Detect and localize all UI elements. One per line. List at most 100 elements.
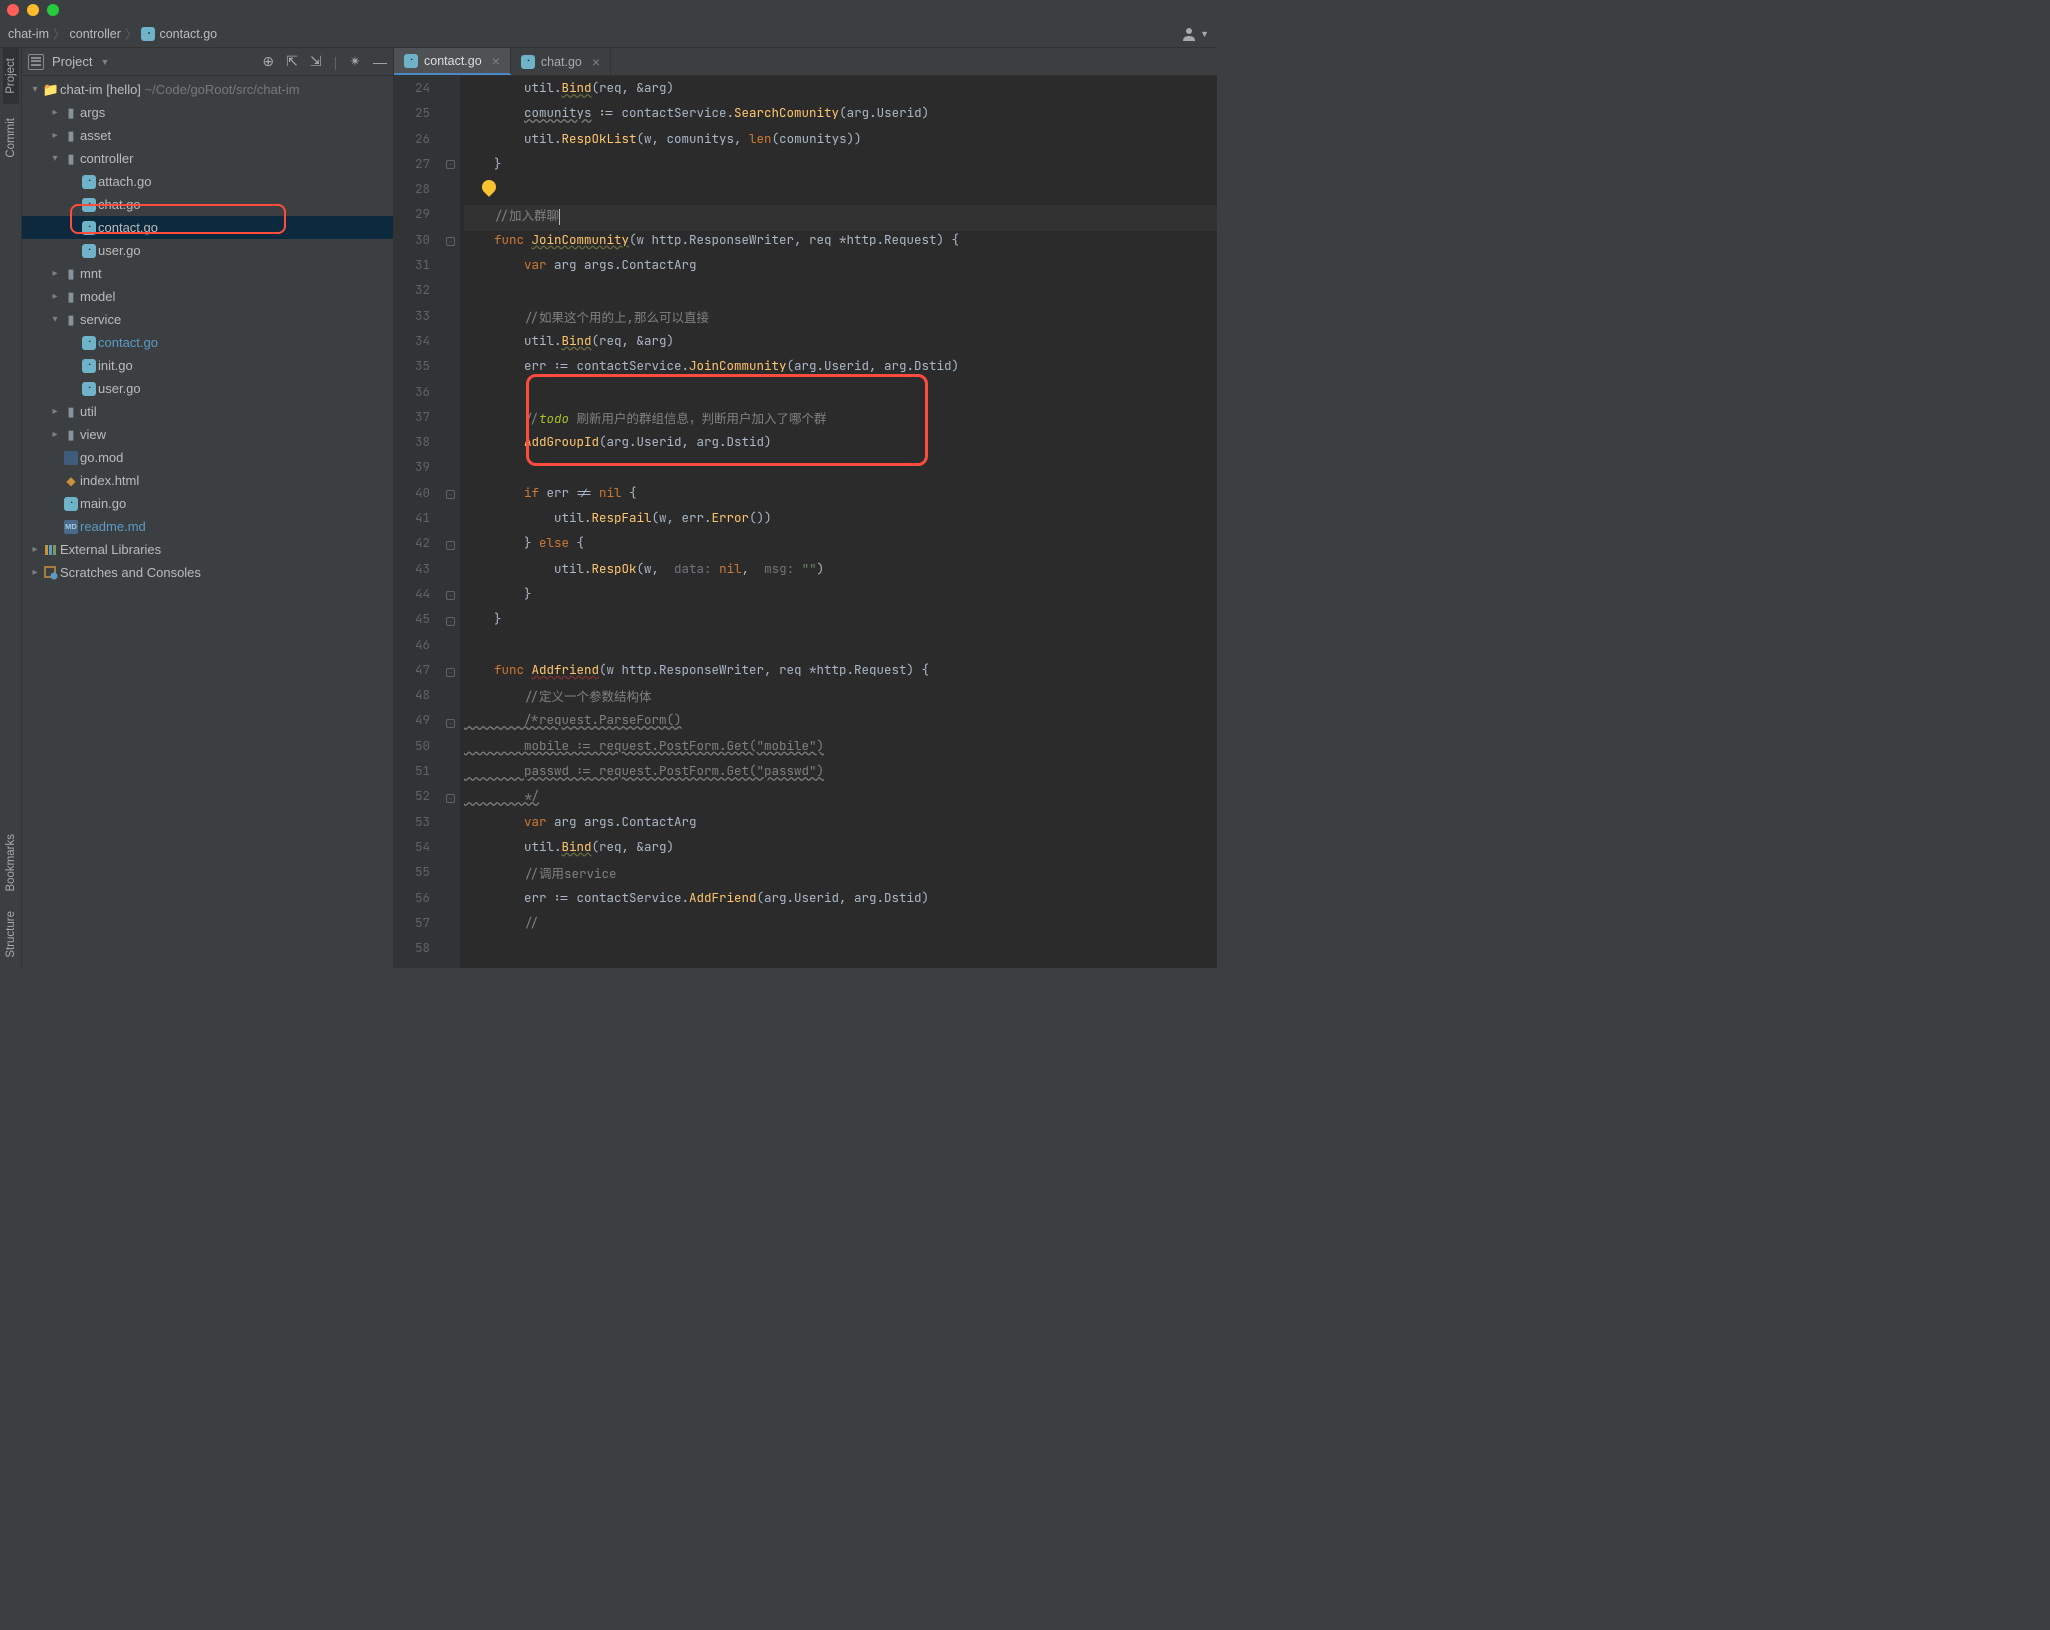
gomod-icon <box>64 451 78 465</box>
tree-file-svc-init[interactable]: ◔init.go <box>22 354 393 377</box>
go-file-icon: ◔ <box>82 175 96 189</box>
tree-folder-controller[interactable]: ▾▮controller <box>22 147 393 170</box>
close-icon[interactable]: × <box>492 53 500 69</box>
chevron-down-icon[interactable]: ▾ <box>28 84 42 95</box>
breadcrumb[interactable]: chat-im 〉 controller 〉 ◔ contact.go <box>8 24 217 43</box>
fold-marker[interactable]: - <box>446 160 455 169</box>
expand-all-icon[interactable]: ⇱ <box>286 53 298 70</box>
scratches-icon <box>42 566 60 580</box>
tree-file-indexhtml[interactable]: ◆index.html <box>22 469 393 492</box>
left-tool-rail: Project Commit Bookmarks Structure <box>0 48 22 968</box>
markdown-file-icon: MD <box>64 520 78 534</box>
tree-scratches[interactable]: ▸Scratches and Consoles <box>22 561 393 584</box>
folder-icon: ▮ <box>62 427 80 443</box>
fold-marker[interactable]: - <box>446 617 455 626</box>
chevron-right-icon: 〉 <box>125 24 138 43</box>
breadcrumb-item[interactable]: chat-im <box>8 27 49 41</box>
chevron-right-icon[interactable]: ▸ <box>48 429 62 440</box>
fold-marker[interactable]: - <box>446 668 455 677</box>
chevron-right-icon[interactable]: ▸ <box>48 291 62 302</box>
chevron-right-icon[interactable]: ▸ <box>48 268 62 279</box>
tree-file-svc-contact[interactable]: ◔contact.go <box>22 331 393 354</box>
fold-marker[interactable]: - <box>446 237 455 246</box>
folder-icon: ▮ <box>62 289 80 305</box>
titlebar <box>0 0 1217 20</box>
project-tree[interactable]: ▾ 📁 chat-im [hello] ~/Code/goRoot/src/ch… <box>22 76 393 968</box>
folder-icon: ▮ <box>62 266 80 282</box>
tree-file-readme[interactable]: MDreadme.md <box>22 515 393 538</box>
user-icon <box>1181 26 1197 42</box>
select-opened-file-icon[interactable]: ⊕ <box>262 53 274 70</box>
tree-folder-args[interactable]: ▸▮args <box>22 101 393 124</box>
tree-file-attach[interactable]: ◔attach.go <box>22 170 393 193</box>
close-window-button[interactable] <box>7 4 19 16</box>
tree-file-maingo[interactable]: ◔main.go <box>22 492 393 515</box>
tree-file-chat[interactable]: ◔chat.go <box>22 193 393 216</box>
tree-file-user[interactable]: ◔user.go <box>22 239 393 262</box>
breadcrumb-item[interactable]: controller <box>70 27 121 41</box>
sidebar-title: Project <box>52 54 92 69</box>
go-file-icon: ◔ <box>82 359 96 373</box>
tree-folder-mnt[interactable]: ▸▮mnt <box>22 262 393 285</box>
fold-marker[interactable]: - <box>446 541 455 550</box>
go-file-icon: ◔ <box>82 198 96 212</box>
go-file-icon: ◔ <box>82 382 96 396</box>
code-content[interactable]: util.Bind(req, &arg) comunitys := contac… <box>460 76 1217 968</box>
sidebar-header: Project ▼ ⊕ ⇱ ⇲ | ✴ — <box>22 48 393 76</box>
chevron-down-icon[interactable]: ▾ <box>48 153 62 164</box>
fold-marker[interactable]: - <box>446 591 455 600</box>
folder-icon: 📁 <box>42 82 60 98</box>
gear-icon[interactable]: ✴ <box>349 53 361 70</box>
tree-folder-asset[interactable]: ▸▮asset <box>22 124 393 147</box>
tree-folder-util[interactable]: ▸▮util <box>22 400 393 423</box>
folder-icon: ▮ <box>62 151 80 167</box>
chevron-down-icon: ▼ <box>1200 29 1209 39</box>
tree-root[interactable]: ▾ 📁 chat-im [hello] ~/Code/goRoot/src/ch… <box>22 78 393 101</box>
tool-tab-commit[interactable]: Commit <box>3 108 19 168</box>
chevron-down-icon[interactable]: ▾ <box>48 314 62 325</box>
line-gutter: 2425262728293031323334353637383940414243… <box>394 76 444 968</box>
tree-folder-view[interactable]: ▸▮view <box>22 423 393 446</box>
close-icon[interactable]: × <box>592 54 600 70</box>
breadcrumb-item[interactable]: contact.go <box>159 27 217 41</box>
tab-label: contact.go <box>424 54 482 68</box>
tab-chat[interactable]: ◔ chat.go × <box>511 48 611 75</box>
tree-file-gomod[interactable]: go.mod <box>22 446 393 469</box>
tree-file-contact[interactable]: ◔contact.go <box>22 216 393 239</box>
chevron-right-icon[interactable]: ▸ <box>48 406 62 417</box>
tree-external-libraries[interactable]: ▸External Libraries <box>22 538 393 561</box>
editor-area: ◔ contact.go × ◔ chat.go × 2425262728293… <box>394 48 1217 968</box>
chevron-right-icon[interactable]: ▸ <box>48 130 62 141</box>
chevron-right-icon: 〉 <box>53 24 66 43</box>
fold-marker[interactable]: - <box>446 794 455 803</box>
code-editor[interactable]: 2425262728293031323334353637383940414243… <box>394 76 1217 968</box>
chevron-down-icon[interactable]: ▼ <box>100 57 109 67</box>
tree-file-svc-user[interactable]: ◔user.go <box>22 377 393 400</box>
fold-marker[interactable]: - <box>446 490 455 499</box>
tab-contact[interactable]: ◔ contact.go × <box>394 48 511 75</box>
tool-tab-bookmarks[interactable]: Bookmarks <box>3 824 19 902</box>
intention-bulb-icon[interactable] <box>479 177 499 197</box>
fold-marker[interactable]: - <box>446 719 455 728</box>
fold-strip[interactable]: - - - - - - - - - <box>444 76 460 968</box>
minimize-window-button[interactable] <box>27 4 39 16</box>
chevron-right-icon[interactable]: ▸ <box>28 567 42 578</box>
user-menu[interactable]: ▼ <box>1181 26 1209 42</box>
tree-folder-model[interactable]: ▸▮model <box>22 285 393 308</box>
project-view-icon <box>28 54 44 70</box>
editor-tabs: ◔ contact.go × ◔ chat.go × <box>394 48 1217 76</box>
chevron-right-icon[interactable]: ▸ <box>28 544 42 555</box>
go-file-icon: ◔ <box>82 244 96 258</box>
project-sidebar: Project ▼ ⊕ ⇱ ⇲ | ✴ — ▾ 📁 chat-im [hello… <box>22 48 394 968</box>
library-icon <box>42 543 60 557</box>
go-file-icon: ◔ <box>82 336 96 350</box>
chevron-right-icon[interactable]: ▸ <box>48 107 62 118</box>
folder-icon: ▮ <box>62 105 80 121</box>
collapse-all-icon[interactable]: ⇲ <box>310 53 322 70</box>
topbar: chat-im 〉 controller 〉 ◔ contact.go ▼ <box>0 20 1217 48</box>
tool-tab-project[interactable]: Project <box>3 48 19 104</box>
hide-icon[interactable]: — <box>373 54 387 70</box>
maximize-window-button[interactable] <box>47 4 59 16</box>
tool-tab-structure[interactable]: Structure <box>3 901 19 968</box>
tree-folder-service[interactable]: ▾▮service <box>22 308 393 331</box>
